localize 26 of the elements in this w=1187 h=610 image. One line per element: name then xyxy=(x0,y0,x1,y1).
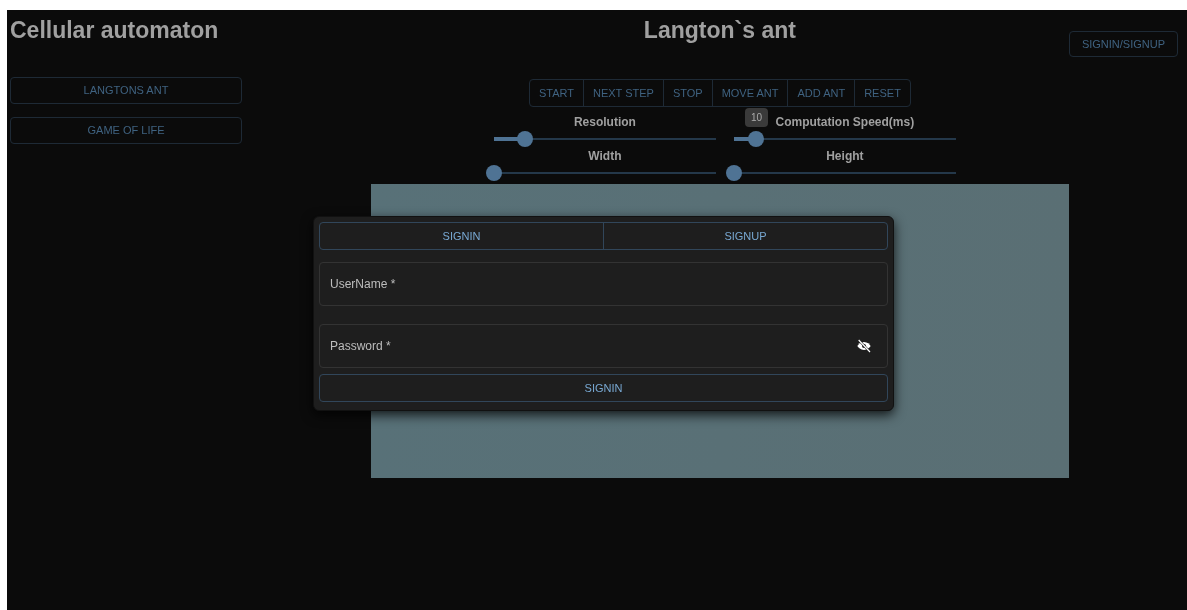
page-title: Langton`s ant xyxy=(643,16,796,45)
toolbar-button[interactable]: START xyxy=(529,80,583,106)
slider-label: Width xyxy=(588,148,622,164)
sidebar-item[interactable]: LANGTONS ANT xyxy=(10,77,242,104)
username-field[interactable]: UserName * xyxy=(319,262,888,306)
slider-thumb[interactable] xyxy=(516,131,533,147)
sidebar-item[interactable]: GAME OF LIFE xyxy=(10,117,242,144)
toolbar-button[interactable]: STOP xyxy=(662,80,712,106)
slider-thumb[interactable] xyxy=(725,165,742,181)
signin-button[interactable]: SIGNIN xyxy=(319,374,888,402)
slider-thumb[interactable] xyxy=(485,165,502,181)
toolbar-button[interactable]: RESET xyxy=(854,80,910,106)
toolbar-button[interactable]: ADD ANT xyxy=(787,80,855,106)
eye-slash-icon[interactable] xyxy=(856,338,872,354)
dialog-tab[interactable]: SIGNIN xyxy=(320,223,603,249)
slider-thumb[interactable] xyxy=(748,131,765,147)
value-tooltip: 10 xyxy=(745,108,769,127)
toolbar-button[interactable]: MOVE ANT xyxy=(711,80,788,106)
slider-label: Height xyxy=(826,148,864,164)
toolbar-button[interactable]: NEXT STEP xyxy=(582,80,663,106)
signin-signup-button[interactable]: SIGNIN/SIGNUP xyxy=(1068,31,1178,57)
slider-label: Resolution xyxy=(573,114,636,130)
slider-label: Computation Speed(ms) xyxy=(775,114,915,130)
password-field[interactable]: Password * xyxy=(319,324,888,368)
app-title: Cellular automaton xyxy=(10,16,220,45)
dialog-tab[interactable]: SIGNUP xyxy=(603,223,887,249)
